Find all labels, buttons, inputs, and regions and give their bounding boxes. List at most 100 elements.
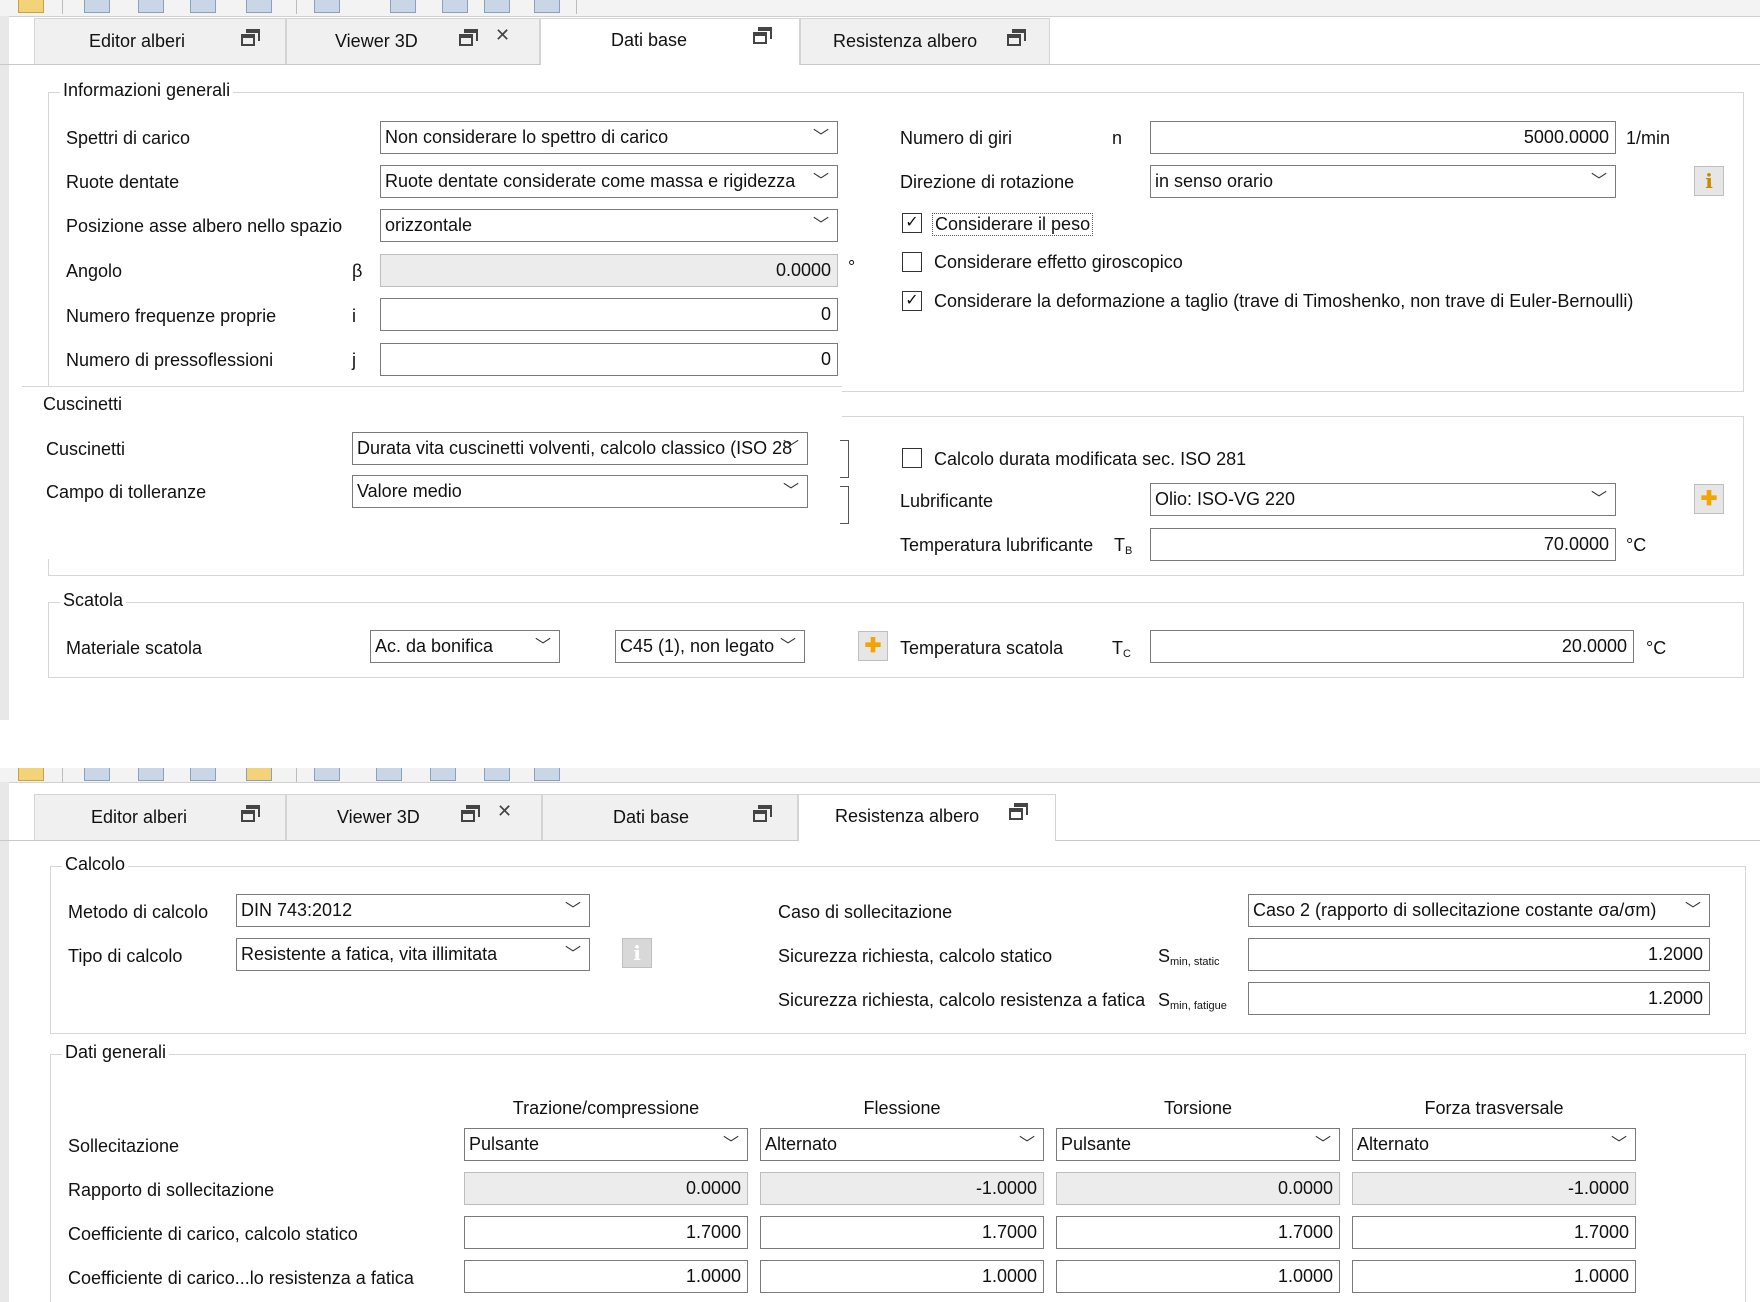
tab-viewer-3d[interactable]: Viewer 3D ✕ xyxy=(286,18,540,64)
tab-resistenza-albero[interactable]: Resistenza albero xyxy=(798,794,1056,841)
window-icon[interactable] xyxy=(430,768,456,781)
tab-dati-base[interactable]: Dati base xyxy=(540,18,800,65)
temp-lubrificante-label: Temperatura lubrificante xyxy=(900,535,1094,555)
toolbar xyxy=(0,768,1760,783)
coeff-statico-field[interactable]: 1.7000 xyxy=(1056,1216,1340,1249)
giri-field[interactable]: 5000.0000 xyxy=(1150,121,1616,154)
window-icon[interactable] xyxy=(442,0,468,13)
graphics-icon[interactable] xyxy=(314,0,340,13)
sollecitazione-select[interactable]: Alternato ﹀ xyxy=(1352,1128,1636,1161)
sollecitazione-select[interactable]: Pulsante ﹀ xyxy=(1056,1128,1340,1161)
layers-icon[interactable] xyxy=(390,0,416,13)
freq-field[interactable]: 0 xyxy=(380,298,838,331)
temp-lubrificante-field[interactable]: 70.0000 xyxy=(1150,528,1616,561)
table-icon[interactable] xyxy=(190,768,216,781)
info-button[interactable]: i xyxy=(1694,166,1724,196)
materiale-select[interactable]: Ac. da bonifica ﹀ xyxy=(370,630,560,663)
float-window-icon[interactable] xyxy=(753,805,772,827)
column-header: Flessione xyxy=(863,1098,941,1118)
info-button[interactable]: i xyxy=(622,938,652,968)
tipo-select[interactable]: Resistente a fatica, vita illimitata ﹀ xyxy=(236,938,590,971)
coeff-fatica-field[interactable]: 1.0000 xyxy=(1056,1260,1340,1293)
select-value: C45 (1), non legato xyxy=(620,636,775,656)
direzione-select[interactable]: in senso orario ﹀ xyxy=(1150,165,1616,198)
cuscinetti-label: Cuscinetti xyxy=(46,439,126,459)
tool-icon[interactable] xyxy=(246,0,272,13)
sicurezza-fatica-field[interactable]: 1.2000 xyxy=(1248,982,1710,1015)
coeff-fatica-field[interactable]: 1.0000 xyxy=(760,1260,1044,1293)
tab-label: Resistenza albero xyxy=(833,31,978,51)
layers-icon[interactable] xyxy=(376,768,402,781)
top-panel: Editor alberi Viewer 3D ✕ Dati base Resi… xyxy=(0,0,1760,720)
campo-select[interactable]: Valore medio ﹀ xyxy=(352,475,808,508)
tipo-label: Tipo di calcolo xyxy=(68,946,183,966)
float-window-icon[interactable] xyxy=(241,29,260,51)
giri-unit: 1/min xyxy=(1626,128,1671,148)
tool-icon[interactable] xyxy=(246,768,272,781)
left-edge xyxy=(0,782,9,1302)
sollecitazione-select[interactable]: Pulsante ﹀ xyxy=(464,1128,748,1161)
tab-dati-base[interactable]: Dati base xyxy=(542,794,798,840)
tab-label: Viewer 3D xyxy=(335,31,418,51)
float-window-icon[interactable] xyxy=(753,27,772,49)
giroscopico-label: Considerare effetto giroscopico xyxy=(934,252,1183,272)
giroscopico-checkbox[interactable] xyxy=(902,252,922,272)
cuscinetti-select[interactable]: Durata vita cuscinetti volventi, calcolo… xyxy=(352,432,808,465)
temp-lubrificante-unit: °C xyxy=(1626,535,1647,555)
press-label: Numero di pressoflessioni xyxy=(66,350,274,370)
tab-viewer-3d[interactable]: Viewer 3D ✕ xyxy=(286,794,542,840)
select-value: in senso orario xyxy=(1155,171,1274,191)
open-icon[interactable] xyxy=(18,768,44,781)
float-window-icon[interactable] xyxy=(1009,803,1028,825)
lubrificante-select[interactable]: Olio: ISO-VG 220 ﹀ xyxy=(1150,483,1616,516)
sollecitazione-select[interactable]: Alternato ﹀ xyxy=(760,1128,1044,1161)
float-window-icon[interactable] xyxy=(241,805,260,827)
tab-resistenza-albero[interactable]: Resistenza albero xyxy=(800,18,1050,64)
sicurezza-fatica-symbol: Smin, fatigue xyxy=(1158,990,1227,1012)
close-icon[interactable]: ✕ xyxy=(497,801,512,822)
chevron-down-icon: ﹀ xyxy=(722,1136,739,1153)
peso-checkbox[interactable]: ✓ xyxy=(902,213,922,233)
caso-select[interactable]: Caso 2 (rapporto di sollecitazione costa… xyxy=(1248,894,1710,927)
grid-icon[interactable] xyxy=(484,768,510,781)
grid-icon[interactable] xyxy=(484,0,510,13)
bracket xyxy=(840,440,849,478)
close-icon[interactable]: ✕ xyxy=(495,25,510,46)
sicurezza-statico-field[interactable]: 1.2000 xyxy=(1248,938,1710,971)
table-icon[interactable] xyxy=(190,0,216,13)
add-material-button[interactable]: ✚ xyxy=(858,631,888,661)
durata-checkbox[interactable] xyxy=(902,448,922,468)
ruote-select[interactable]: Ruote dentate considerate come massa e r… xyxy=(380,165,838,198)
coeff-statico-field[interactable]: 1.7000 xyxy=(1352,1216,1636,1249)
taglio-checkbox[interactable]: ✓ xyxy=(902,291,922,311)
report-icon[interactable] xyxy=(138,0,164,13)
temp-scatola-field[interactable]: 20.0000 xyxy=(1150,630,1634,663)
press-field[interactable]: 0 xyxy=(380,343,838,376)
tab-editor-alberi[interactable]: Editor alberi xyxy=(34,18,286,64)
chevron-down-icon: ﹀ xyxy=(1590,173,1607,190)
chevron-down-icon: ﹀ xyxy=(779,638,796,655)
coeff-fatica-field[interactable]: 1.0000 xyxy=(1352,1260,1636,1293)
add-lubricant-button[interactable]: ✚ xyxy=(1694,484,1724,514)
coeff-statico-field[interactable]: 1.7000 xyxy=(760,1216,1044,1249)
coeff-fatica-field[interactable]: 1.0000 xyxy=(464,1260,748,1293)
toolbar-separator xyxy=(576,0,577,14)
float-window-icon[interactable] xyxy=(1007,29,1026,51)
tab-editor-alberi[interactable]: Editor alberi xyxy=(34,794,286,840)
float-window-icon[interactable] xyxy=(459,29,478,51)
report-icon[interactable] xyxy=(138,768,164,781)
list-icon[interactable] xyxy=(534,768,560,781)
float-window-icon[interactable] xyxy=(461,805,480,827)
open-icon[interactable] xyxy=(18,0,44,13)
posizione-select[interactable]: orizzontale ﹀ xyxy=(380,209,838,242)
bottom-panel: Editor alberi Viewer 3D ✕ Dati base Resi… xyxy=(0,768,1760,1302)
spettri-select[interactable]: Non considerare lo spettro di carico ﹀ xyxy=(380,121,838,154)
list-icon[interactable] xyxy=(534,0,560,13)
screenshot-gap xyxy=(0,720,1760,768)
graphics-icon[interactable] xyxy=(314,768,340,781)
metodo-select[interactable]: DIN 743:2012 ﹀ xyxy=(236,894,590,927)
sum-icon[interactable] xyxy=(84,768,110,781)
sum-icon[interactable] xyxy=(84,0,110,13)
coeff-statico-field[interactable]: 1.7000 xyxy=(464,1216,748,1249)
materiale-grade-select[interactable]: C45 (1), non legato ﹀ xyxy=(615,630,805,663)
